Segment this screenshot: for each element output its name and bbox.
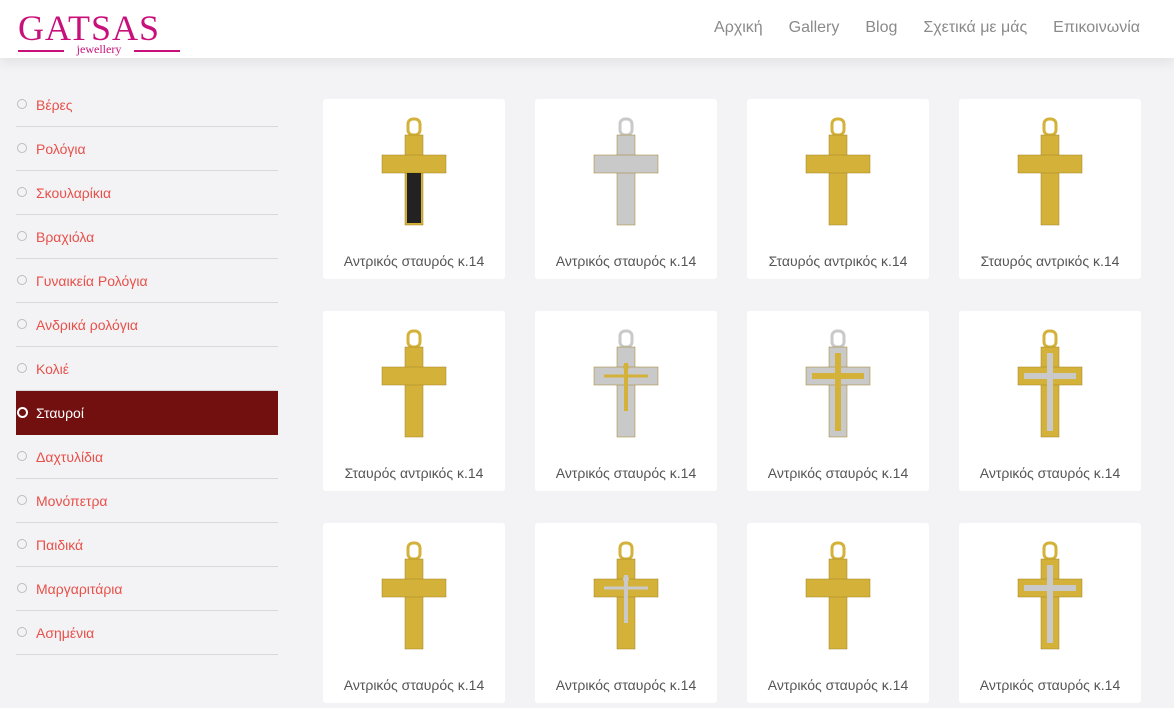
gold-cross-icon [1017, 117, 1083, 226]
product-card[interactable]: Σταυρός αντρικός κ.14 [959, 99, 1141, 279]
gold-cross-icon [381, 541, 447, 650]
product-title[interactable]: Αντρικός σταυρός κ.14 [535, 253, 717, 269]
product-title[interactable]: Αντρικός σταυρός κ.14 [323, 677, 505, 693]
product-card[interactable]: Αντρικός σταυρός κ.14 [959, 311, 1141, 491]
category-sidebar: Βέρες Ρολόγια Σκουλαρίκια Βραχιόλα Γυναικεία… [16, 83, 278, 655]
nav-gallery-link[interactable]: Gallery [789, 18, 840, 38]
gold-cross-icon [381, 329, 447, 438]
product-title[interactable]: Αντρικός σταυρός κ.14 [959, 465, 1141, 481]
category-item[interactable]: Κολιέ [16, 347, 278, 391]
category-item[interactable]: Σταυροί [16, 391, 278, 435]
category-item[interactable]: Ρολόγια [16, 127, 278, 171]
category-item[interactable]: Βέρες [16, 83, 278, 127]
white-gold-cross-icon [593, 117, 659, 226]
category-label: Μονόπετρα [36, 492, 108, 509]
circle-bullet-icon [17, 143, 27, 153]
product-card[interactable]: Αντρικός σταυρός κ.14 [747, 523, 929, 703]
product-title[interactable]: Σταυρός αντρικός κ.14 [747, 253, 929, 269]
circle-bullet-icon [17, 231, 27, 241]
nav-home-link[interactable]: Αρχική [714, 18, 763, 38]
two-tone-cross-icon [1017, 541, 1083, 650]
circle-bullet-icon [17, 363, 27, 373]
category-label: Σκουλαρίκια [36, 184, 112, 201]
crucifix-icon [593, 329, 659, 438]
category-item[interactable]: Μαργαριτάρια [16, 567, 278, 611]
site-header: GATSAS jewellery Αρχική Gallery Blog Σχε… [0, 0, 1174, 58]
circle-bullet-icon [17, 583, 27, 593]
logo-wordmark: GATSAS [18, 8, 161, 48]
nav-about-link[interactable]: Σχετικά με μάς [923, 18, 1027, 38]
logo-tagline: jewellery [76, 42, 122, 56]
product-title[interactable]: Σταυρός αντρικός κ.14 [959, 253, 1141, 269]
product-card[interactable]: Αντρικός σταυρός κ.14 [535, 311, 717, 491]
product-title[interactable]: Αντρικός σταυρός κ.14 [535, 677, 717, 693]
site-logo[interactable]: GATSAS jewellery [18, 10, 180, 56]
category-label: Γυναικεία Ρολόγια [36, 272, 148, 289]
category-item[interactable]: Δαχτυλίδια [16, 435, 278, 479]
circle-bullet-icon [17, 627, 27, 637]
nav-contact-link[interactable]: Επικοινωνία [1053, 18, 1140, 38]
product-card[interactable]: Αντρικός σταυρός κ.14 [535, 523, 717, 703]
circle-bullet-icon [17, 407, 28, 418]
category-item[interactable]: Σκουλαρίκια [16, 171, 278, 215]
product-title[interactable]: Σταυρός αντρικός κ.14 [323, 465, 505, 481]
gold-cross-icon [805, 117, 871, 226]
category-label: Μαργαριτάρια [36, 580, 123, 597]
category-label: Κολιέ [36, 360, 70, 377]
category-label: Ανδρικά ρολόγια [36, 316, 139, 333]
product-title[interactable]: Αντρικός σταυρός κ.14 [747, 677, 929, 693]
product-title[interactable]: Αντρικός σταυρός κ.14 [535, 465, 717, 481]
category-item[interactable]: Μονόπετρα [16, 479, 278, 523]
product-card[interactable]: Αντρικός σταυρός κ.14 [323, 99, 505, 279]
crucifix-icon [593, 541, 659, 650]
category-label: Ρολόγια [36, 140, 86, 157]
category-label: Βέρες [36, 96, 73, 113]
circle-bullet-icon [17, 319, 27, 329]
product-title[interactable]: Αντρικός σταυρός κ.14 [959, 677, 1141, 693]
product-card[interactable]: Σταυρός αντρικός κ.14 [747, 99, 929, 279]
category-label: Ασημένια [36, 624, 95, 641]
logo-rule-right [134, 50, 180, 52]
black-gold-cross-icon [381, 117, 447, 226]
product-card[interactable]: Αντρικός σταυρός κ.14 [747, 311, 929, 491]
two-tone-cross-icon [805, 329, 871, 438]
product-card[interactable]: Σταυρός αντρικός κ.14 [323, 311, 505, 491]
main-nav: Αρχική Gallery Blog Σχετικά με μάς Επικο… [714, 18, 1140, 38]
circle-bullet-icon [17, 275, 27, 285]
product-title[interactable]: Αντρικός σταυρός κ.14 [323, 253, 505, 269]
circle-bullet-icon [17, 451, 27, 461]
product-card[interactable]: Αντρικός σταυρός κ.14 [959, 523, 1141, 703]
nav-blog-link[interactable]: Blog [865, 18, 897, 38]
circle-bullet-icon [17, 539, 27, 549]
gold-cross-icon [805, 541, 871, 650]
category-label: Βραχιόλα [36, 228, 95, 245]
category-label: Δαχτυλίδια [36, 448, 104, 465]
category-item[interactable]: Παιδικά [16, 523, 278, 567]
product-card[interactable]: Αντρικός σταυρός κ.14 [535, 99, 717, 279]
product-card[interactable]: Αντρικός σταυρός κ.14 [323, 523, 505, 703]
product-title[interactable]: Αντρικός σταυρός κ.14 [747, 465, 929, 481]
category-item[interactable]: Βραχιόλα [16, 215, 278, 259]
circle-bullet-icon [17, 99, 27, 109]
category-item[interactable]: Ανδρικά ρολόγια [16, 303, 278, 347]
product-grid: Αντρικός σταυρός κ.14 Αντρικός σταυρός κ.… [323, 99, 1141, 703]
category-item[interactable]: Γυναικεία Ρολόγια [16, 259, 278, 303]
two-tone-cross-icon [1017, 329, 1083, 438]
category-item[interactable]: Ασημένια [16, 611, 278, 655]
category-label: Σταυροί [36, 404, 84, 421]
category-label: Παιδικά [36, 536, 84, 553]
circle-bullet-icon [17, 187, 27, 197]
circle-bullet-icon [17, 495, 27, 505]
